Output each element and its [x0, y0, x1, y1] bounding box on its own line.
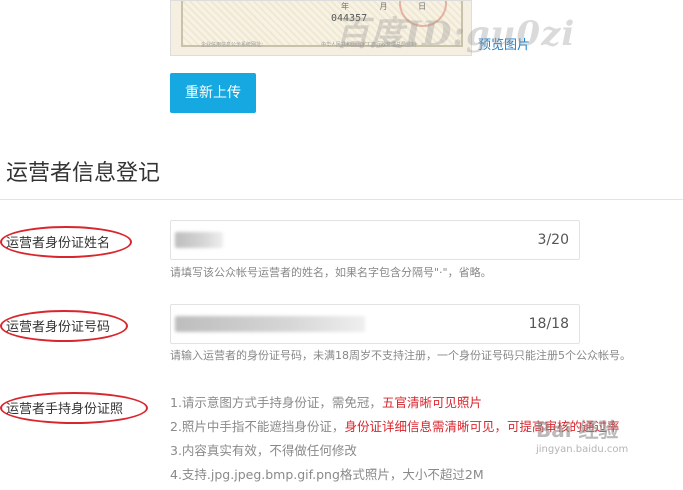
name-input[interactable]: 3/20 [170, 220, 580, 260]
section-title: 运营者信息登记 [6, 161, 161, 186]
name-value-blurred [175, 232, 223, 248]
reupload-button[interactable]: 重新上传 [170, 73, 256, 113]
baidu-jingyan-url: jingyan.baidu.com [536, 444, 629, 455]
id-number-hint: 请输入运营者的身份证号码，未满18周岁不支持注册，一个身份证号码只能注册5个公众… [170, 349, 631, 362]
watermark-text: 百度ID:gu0zi [335, 14, 576, 54]
requirement-line: 1.请示意图方式手持身份证，需免冠，五官清晰可见照片 [170, 395, 482, 410]
section-divider [0, 199, 683, 200]
name-hint: 请填写该公众帐号运营者的姓名，如果名字包含分隔号"·"，省略。 [170, 266, 492, 279]
id-value-blurred [175, 316, 365, 332]
id-number-counter: 18/18 [528, 316, 569, 332]
name-label: 运营者身份证姓名 [6, 236, 111, 251]
id-number-label: 运营者身份证号码 [6, 320, 111, 335]
baidu-jingyan-logo: Bai 经验 [536, 418, 619, 442]
id-number-input[interactable]: 18/18 [170, 304, 580, 344]
handheld-photo-label: 运营者手持身份证照 [6, 402, 124, 417]
certificate-footer-left: 企业信用信息公示系统网址： [201, 42, 267, 48]
requirement-line: 3.内容真实有效，不得做任何修改 [170, 443, 357, 458]
requirement-line: 4.支持.jpg.jpeg.bmp.gif.png格式照片，大小不超过2M [170, 467, 484, 482]
name-counter: 3/20 [537, 232, 569, 248]
